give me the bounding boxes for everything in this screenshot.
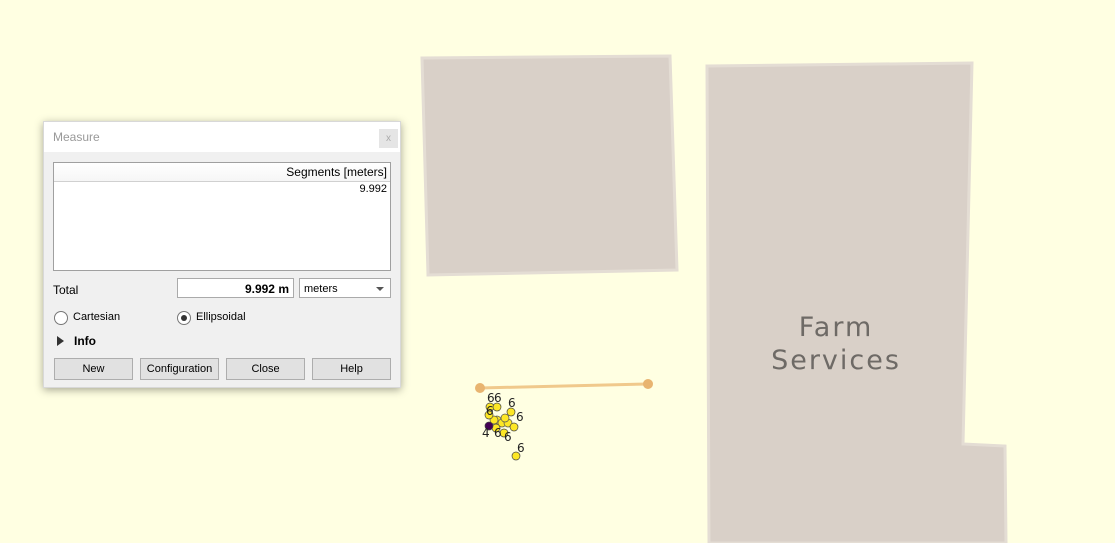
configuration-button[interactable]: Configuration xyxy=(140,358,219,380)
dialog-titlebar[interactable]: Measure x xyxy=(44,122,400,152)
point-label: 6 xyxy=(516,410,524,424)
measure-vertex[interactable] xyxy=(643,379,653,389)
ellipsoidal-label[interactable]: Ellipsoidal xyxy=(196,311,246,323)
cartesian-label[interactable]: Cartesian xyxy=(73,311,120,323)
point-label: 6 xyxy=(486,404,494,418)
measure-dialog: Measure x Segments [meters] 9.992 Total … xyxy=(43,121,401,388)
measure-vertex[interactable] xyxy=(475,383,485,393)
close-button[interactable]: Close xyxy=(226,358,305,380)
point-label: 6 xyxy=(508,396,516,410)
chevron-down-icon xyxy=(376,287,384,291)
building-label-line2: Services xyxy=(771,345,901,376)
unit-selected: meters xyxy=(304,283,338,295)
point-label: 6 xyxy=(504,430,512,444)
point-label: 6 xyxy=(494,391,502,405)
total-field: 9.992 m xyxy=(177,278,294,298)
segments-table[interactable]: Segments [meters] 9.992 xyxy=(53,162,391,271)
map-point[interactable] xyxy=(500,413,510,423)
point-label: 6 xyxy=(517,441,525,455)
building-label-line1: Farm xyxy=(799,312,874,343)
measure-line xyxy=(479,382,649,390)
info-toggle[interactable]: Info xyxy=(74,334,96,348)
segments-header[interactable]: Segments [meters] xyxy=(54,163,390,182)
ellipsoidal-radio[interactable] xyxy=(177,311,191,325)
new-button[interactable]: New xyxy=(54,358,133,380)
building-farm-services xyxy=(705,61,1008,543)
point-label: 4 xyxy=(482,426,490,440)
expand-triangle-icon[interactable] xyxy=(57,336,64,346)
cartesian-radio[interactable] xyxy=(54,311,68,325)
total-label: Total xyxy=(53,283,79,297)
help-button[interactable]: Help xyxy=(312,358,391,380)
close-icon[interactable]: x xyxy=(379,129,398,148)
building xyxy=(420,54,679,277)
dialog-title: Measure xyxy=(53,130,100,144)
point-label: 6 xyxy=(494,426,502,440)
table-row[interactable]: 9.992 xyxy=(54,182,390,197)
unit-select[interactable]: meters xyxy=(299,278,391,298)
